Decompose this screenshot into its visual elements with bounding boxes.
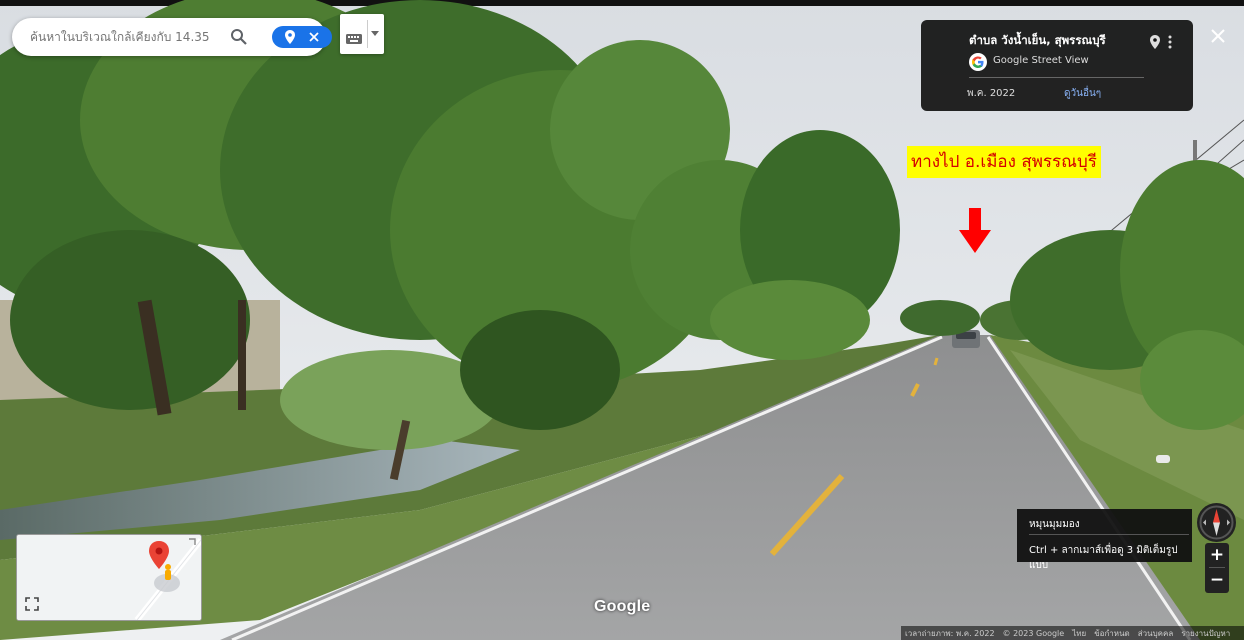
location-info-card: ตำบล วังน้ำเย็น, สุพรรณบุรี Google Stree…	[921, 20, 1193, 111]
tooltip-hint: Ctrl + ลากเมาส์เพื่อดู 3 มิติเต็มรูปแบบ	[1029, 545, 1178, 571]
google-logo-icon	[969, 53, 987, 71]
location-pin-icon[interactable]	[284, 30, 296, 44]
arrow-down-icon	[958, 208, 992, 258]
keyboard-icon	[346, 29, 362, 48]
divider	[367, 20, 368, 48]
more-options-icon[interactable]	[1167, 34, 1173, 53]
mini-map[interactable]	[16, 534, 202, 621]
google-watermark: Google	[594, 598, 651, 615]
copyright-label: © 2023 Google	[1002, 628, 1065, 638]
report-problem-link[interactable]: รายงานปัญหา	[1181, 627, 1230, 640]
search-icon[interactable]	[230, 28, 248, 46]
map-pin-icon[interactable]	[1149, 34, 1161, 53]
language-link[interactable]: ไทย	[1072, 627, 1086, 640]
search-input[interactable]	[30, 30, 210, 44]
chevron-down-icon[interactable]	[371, 31, 379, 36]
zoom-out-button[interactable]: −	[1205, 568, 1229, 592]
zoom-in-button[interactable]: +	[1205, 543, 1229, 567]
compass-button[interactable]	[1197, 503, 1236, 542]
search-bar	[12, 18, 332, 56]
terms-link[interactable]: ข้อกำหนด	[1094, 627, 1130, 640]
rotate-view-tooltip: หมุนมุมมอง Ctrl + ลากเมาส์เพื่อดู 3 มิติ…	[1017, 509, 1192, 571]
tooltip-title: หมุนมุมมอง	[1029, 519, 1080, 530]
close-icon[interactable]	[1208, 26, 1228, 46]
zoom-control: + −	[1205, 543, 1229, 593]
capture-date-label: เวลาถ่ายภาพ: พ.ค. 2022	[905, 628, 995, 638]
attribution-footer: เวลาถ่ายภาพ: พ.ค. 2022 © 2023 Google ไทย…	[901, 626, 1244, 640]
location-title: ตำบล วังน้ำเย็น, สุพรรณบุรี	[969, 33, 1106, 47]
divider	[1029, 534, 1189, 535]
privacy-link[interactable]: ส่วนบุคคล	[1138, 627, 1174, 640]
see-more-dates-link[interactable]: ดูวันอื่นๆ	[1064, 86, 1101, 101]
mini-map-graphic	[17, 535, 201, 620]
location-chip	[272, 26, 332, 48]
direction-annotation: ทางไป อ.เมือง สุพรรณบุรี	[907, 146, 1101, 178]
input-tools-button[interactable]	[340, 14, 384, 54]
clear-search-icon[interactable]	[308, 31, 320, 43]
service-label: Google Street View	[993, 55, 1089, 66]
compass-icon	[1199, 505, 1234, 540]
divider	[969, 77, 1144, 78]
capture-date: พ.ค. 2022	[967, 88, 1016, 99]
